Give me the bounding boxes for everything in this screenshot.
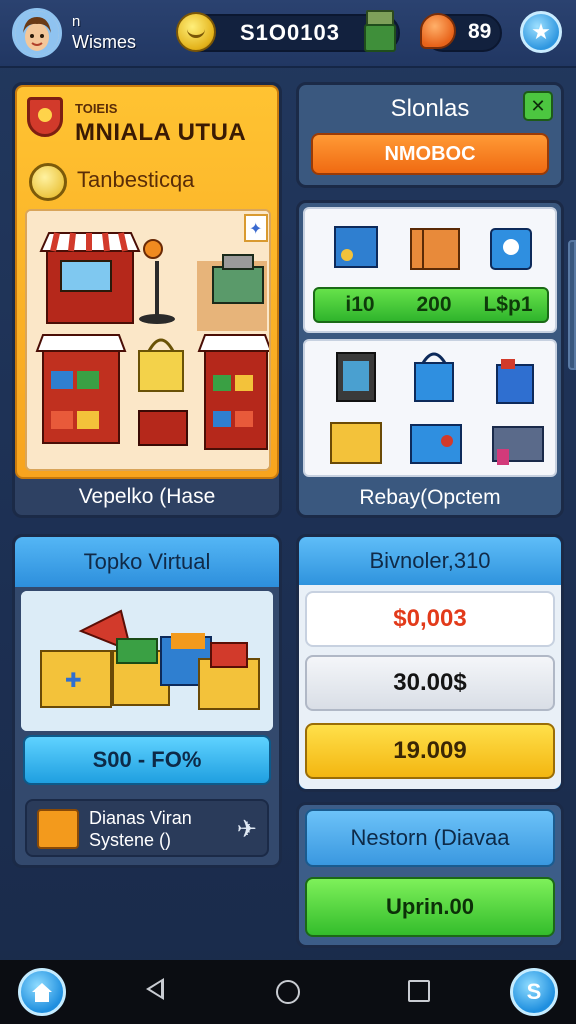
- virtual-panel: Topko Virtual ✚ S00 - FO% Dianas Viran S…: [12, 534, 282, 868]
- shop-title: MNIALA UTUA: [75, 119, 247, 146]
- side-scroll-tab[interactable]: [568, 240, 576, 370]
- price-bar: i10 200 L$p1: [313, 287, 549, 323]
- recent-apps-icon[interactable]: [408, 980, 430, 1002]
- system-home-icon[interactable]: [276, 980, 300, 1004]
- player-name-text: Wismes: [72, 32, 136, 52]
- shop-footer-label[interactable]: Vepelko (Hase: [15, 479, 279, 515]
- items-footer-label[interactable]: Rebay(Opctem: [299, 481, 561, 515]
- price-item-3[interactable]: L$p1: [469, 293, 547, 317]
- player-initial: n: [72, 13, 81, 30]
- slots-panel: Slonlas ✕ NMOBOC: [296, 82, 564, 188]
- package-icon: [37, 809, 79, 849]
- values-panel: Bivnoler,310 $0,003 30.00$ 19.009: [296, 534, 564, 792]
- badge-icon: [29, 163, 67, 201]
- shop-illustration: ✦: [25, 209, 271, 471]
- close-button[interactable]: ✕: [523, 91, 553, 121]
- bottom-nav-bar: S: [0, 960, 576, 1024]
- value-gold[interactable]: 19.009: [305, 723, 555, 779]
- item-box-icon: [330, 422, 382, 464]
- item-bucket-icon: [490, 228, 532, 270]
- system-line-2: Systene (): [89, 830, 172, 850]
- item-shopping-bag-icon: [414, 352, 454, 402]
- values-title: Bivnoler,310: [299, 537, 561, 585]
- system-line-1: Dianas Viran: [89, 808, 192, 828]
- item-lock-box-icon: [334, 226, 378, 268]
- cash-icon[interactable]: [364, 10, 398, 52]
- item-crate-icon: [410, 228, 460, 270]
- shield-icon: [27, 97, 63, 137]
- price-item-1[interactable]: i10: [321, 293, 399, 317]
- value-silver[interactable]: 30.00$: [305, 655, 555, 711]
- item-basket-icon: [496, 359, 534, 404]
- price-item-2[interactable]: 200: [395, 293, 473, 317]
- shop-small-title: TOIEIS: [75, 101, 118, 116]
- item-book-icon: [336, 352, 376, 402]
- top-bar: n Wismes S1O0103 89 ★: [0, 0, 576, 68]
- player-avatar[interactable]: [12, 8, 62, 58]
- items-grid-bottom: [303, 339, 557, 477]
- system-text: Dianas Viran Systene (): [89, 807, 192, 851]
- item-stack-icon: [492, 426, 544, 465]
- gem-value: 89: [468, 20, 492, 43]
- airplane-icon[interactable]: ✈: [237, 815, 257, 844]
- star-button[interactable]: ★: [520, 11, 562, 53]
- items-panel: i10 200 L$p1 Rebay(Opctem: [296, 200, 564, 518]
- social-button[interactable]: S: [510, 968, 558, 1016]
- virtual-buy-button[interactable]: S00 - FO%: [23, 735, 271, 785]
- coin-icon: [176, 12, 216, 52]
- shop-panel-body[interactable]: TOIEIS MNIALA UTUA Tanbesticqa ✦: [15, 85, 279, 479]
- gem-icon: [420, 13, 456, 49]
- value-red[interactable]: $0,003: [305, 591, 555, 647]
- home-icon[interactable]: [18, 968, 66, 1016]
- virtual-title: Topko Virtual: [15, 537, 279, 587]
- svg-text:✦: ✦: [249, 219, 262, 238]
- shop-subtitle: Tanbesticqa: [77, 167, 195, 192]
- coin-value: S1O0103: [240, 20, 340, 45]
- shop-panel: TOIEIS MNIALA UTUA Tanbesticqa ✦ Vepelko…: [12, 82, 282, 518]
- secondary-action-button[interactable]: Nestorn (Diavaa: [305, 809, 555, 867]
- primary-action-button[interactable]: Uprin.00: [305, 877, 555, 937]
- slots-title: Slonlas: [390, 95, 470, 122]
- virtual-boxes-illustration: ✚: [21, 591, 273, 731]
- actions-panel: Nestorn (Diavaa Uprin.00: [296, 802, 564, 948]
- system-row[interactable]: Dianas Viran Systene () ✈: [25, 799, 269, 857]
- item-blue-crate-icon: [410, 424, 462, 464]
- player-name: n Wismes: [72, 12, 136, 52]
- back-icon[interactable]: [146, 978, 164, 1000]
- slots-action-button[interactable]: NMOBOC: [311, 133, 549, 175]
- svg-text:✚: ✚: [65, 668, 82, 692]
